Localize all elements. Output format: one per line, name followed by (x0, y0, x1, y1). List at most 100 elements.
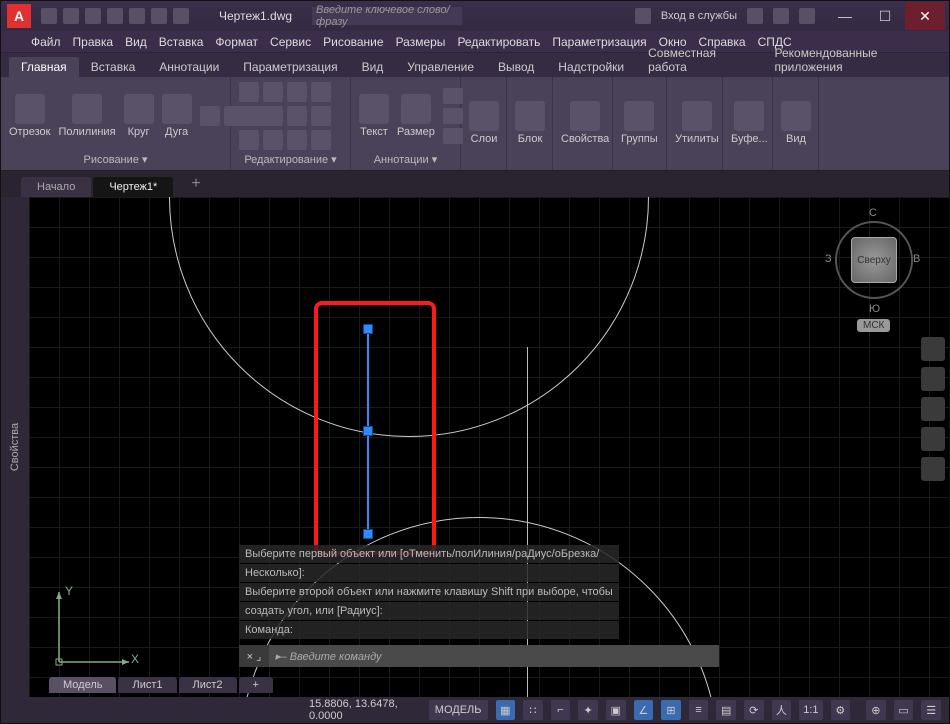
minimize-button[interactable]: — (825, 2, 865, 30)
status-ortho-icon[interactable]: ⌐ (551, 700, 571, 720)
nav-pan-icon[interactable] (921, 367, 945, 391)
modify-tool-icon[interactable] (263, 82, 283, 102)
drawing-canvas[interactable]: Сверху С Ю З В МСК (29, 197, 949, 697)
status-osnap-icon[interactable]: ∠ (634, 700, 654, 720)
tab-output[interactable]: Вывод (486, 57, 546, 77)
arc-button[interactable]: Дуга (162, 94, 192, 138)
status-cycling-icon[interactable]: ⟳ (744, 700, 764, 720)
menu-view[interactable]: Вид (125, 35, 147, 49)
status-snap-icon[interactable]: ∷ (523, 700, 543, 720)
status-grid-icon[interactable]: ▦ (496, 700, 516, 720)
tab-home[interactable]: Главная (9, 57, 79, 77)
new-tab-button[interactable]: + (175, 171, 216, 197)
tab-addins[interactable]: Надстройки (546, 57, 636, 77)
tab-collab[interactable]: Совместная работа (636, 43, 762, 77)
modify-tool-icon[interactable] (311, 82, 331, 102)
nav-wheel-icon[interactable] (921, 337, 945, 361)
layers-button[interactable]: Слои (469, 101, 499, 145)
status-lineweight-icon[interactable]: ≡ (689, 700, 709, 720)
tab-model[interactable]: Модель (49, 677, 116, 693)
block-button[interactable]: Блок (515, 101, 545, 145)
modify-tool-icon[interactable] (239, 130, 259, 150)
menu-tools[interactable]: Сервис (270, 35, 311, 49)
status-polar-icon[interactable]: ✦ (578, 700, 598, 720)
panel-annot-label[interactable]: Аннотации ▾ (359, 151, 452, 166)
polyline-button[interactable]: Полилиния (58, 94, 115, 138)
qat-save-icon[interactable] (85, 8, 101, 24)
tab-featured[interactable]: Рекомендованные приложения (763, 43, 950, 77)
tab-parametric[interactable]: Параметризация (231, 57, 349, 77)
qat-redo-icon[interactable] (173, 8, 189, 24)
modify-tool-icon[interactable] (239, 106, 259, 126)
draw-tool-icon[interactable] (200, 106, 220, 126)
line-button[interactable]: Отрезок (9, 94, 50, 138)
menu-insert[interactable]: Вставка (159, 35, 204, 49)
tab-annotate[interactable]: Аннотации (147, 57, 231, 77)
menu-draw[interactable]: Рисование (323, 35, 383, 49)
menu-param[interactable]: Параметризация (552, 35, 646, 49)
status-customize-icon[interactable]: ☰ (921, 700, 941, 720)
viewpanel-button[interactable]: Вид (781, 101, 811, 145)
exchange-icon[interactable] (747, 8, 763, 24)
tab-layout2[interactable]: Лист2 (179, 677, 237, 693)
groups-button[interactable]: Группы (621, 101, 658, 145)
modify-tool-icon[interactable] (239, 82, 259, 102)
status-model-button[interactable]: МОДЕЛЬ (429, 700, 488, 720)
modify-tool-icon[interactable] (287, 82, 307, 102)
text-button[interactable]: Текст (359, 94, 389, 138)
wcs-label[interactable]: МСК (857, 319, 890, 332)
status-annoscale-icon[interactable]: 人 (772, 700, 792, 720)
help-icon[interactable] (799, 8, 815, 24)
tab-drawing[interactable]: Чертеж1* (93, 177, 173, 197)
nav-orbit-icon[interactable] (921, 427, 945, 451)
viewcube[interactable]: Сверху С Ю З В МСК (829, 207, 919, 327)
signin-link[interactable]: Вход в службы (661, 10, 737, 22)
close-button[interactable]: ✕ (905, 2, 945, 30)
modify-tool-icon[interactable] (287, 130, 307, 150)
panel-modify-label[interactable]: Редактирование ▾ (239, 151, 342, 166)
annot-tool-icon[interactable] (443, 88, 463, 104)
modify-tool-icon[interactable] (287, 106, 307, 126)
utils-button[interactable]: Утилиты (675, 101, 719, 145)
cmdline-handle[interactable]: × ⌟ (239, 645, 269, 667)
props-button[interactable]: Свойства (561, 101, 609, 145)
tab-insert[interactable]: Вставка (79, 57, 148, 77)
status-coords[interactable]: 15.8806, 13.6478, 0.0000 (309, 698, 421, 722)
user-icon[interactable] (635, 8, 651, 24)
menu-edit[interactable]: Правка (73, 35, 114, 49)
viewcube-face[interactable]: Сверху (851, 237, 897, 283)
nav-showmotion-icon[interactable] (921, 457, 945, 481)
qat-saveas-icon[interactable] (107, 8, 123, 24)
tab-layout1[interactable]: Лист1 (118, 677, 176, 693)
command-line[interactable]: × ⌟ ▸– Введите команду (239, 645, 719, 667)
panel-draw-label[interactable]: Рисование ▾ (9, 151, 222, 166)
search-input[interactable]: Введите ключевое слово/фразу (312, 7, 462, 25)
status-otrack-icon[interactable]: ⊞ (661, 700, 681, 720)
status-gear-icon[interactable]: ⚙ (831, 700, 851, 720)
menu-format[interactable]: Формат (215, 35, 258, 49)
modify-tool-icon[interactable] (263, 106, 283, 126)
cart-icon[interactable] (773, 8, 789, 24)
properties-palette-tab[interactable]: Свойства (1, 197, 29, 697)
maximize-button[interactable]: ☐ (865, 2, 905, 30)
tab-start[interactable]: Начало (21, 177, 91, 197)
menu-file[interactable]: Файл (31, 35, 61, 49)
status-iso-icon[interactable]: ▣ (606, 700, 626, 720)
status-cleanscreen-icon[interactable]: ▭ (894, 700, 914, 720)
status-transparency-icon[interactable]: ▤ (716, 700, 736, 720)
qat-plot-icon[interactable] (129, 8, 145, 24)
modify-tool-icon[interactable] (311, 130, 331, 150)
tab-view[interactable]: Вид (350, 57, 396, 77)
ucs-icon[interactable]: Y X (39, 582, 139, 687)
annot-tool-icon[interactable] (443, 108, 463, 124)
modify-tool-icon[interactable] (311, 106, 331, 126)
tab-add-layout[interactable]: + (239, 677, 273, 693)
clipboard-button[interactable]: Буфе... (731, 101, 768, 145)
circle-button[interactable]: Круг (124, 94, 154, 138)
status-scale-button[interactable]: 1:1 (799, 700, 822, 720)
menu-dim[interactable]: Размеры (396, 35, 446, 49)
menu-modify[interactable]: Редактировать (457, 35, 540, 49)
modify-tool-icon[interactable] (263, 130, 283, 150)
app-icon[interactable]: A (7, 4, 31, 28)
nav-zoom-icon[interactable] (921, 397, 945, 421)
